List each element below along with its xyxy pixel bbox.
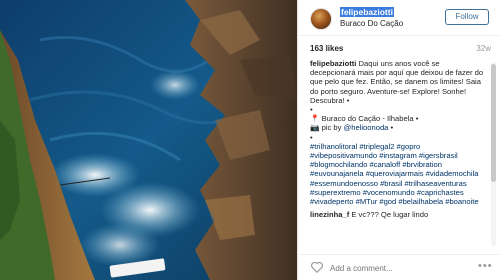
post-panel: felipebaziotti Buraco Do Cação Follow 16… — [297, 0, 500, 280]
avatar[interactable] — [310, 8, 332, 30]
heart-icon[interactable] — [310, 260, 324, 274]
comment-item: linezinha_f E vc??? Qe lugar lindo — [310, 210, 486, 219]
comment-text: E vc??? Qe lugar lindo — [351, 210, 429, 220]
likes-row: 163 likes 32w — [310, 44, 491, 56]
likes-count[interactable]: 163 likes — [310, 44, 343, 53]
caption: felipebaziotti Daqui uns anos você se de… — [310, 59, 486, 105]
post-time[interactable]: 32w — [476, 44, 491, 53]
comment-username[interactable]: linezinha_f — [310, 210, 349, 219]
add-comment-row: ••• — [298, 254, 500, 280]
credit-prefix: 📷 pic by — [310, 123, 344, 133]
credit-suffix: • — [388, 123, 394, 133]
post-header: felipebaziotti Buraco Do Cação Follow — [298, 0, 500, 36]
comments-list: felipebaziotti Daqui uns anos você se de… — [310, 59, 486, 254]
caption-credit: 📷 pic by @helioonoda • — [310, 123, 486, 132]
caption-dot-2: • — [310, 132, 313, 142]
post-location[interactable]: Buraco Do Cação — [340, 19, 403, 28]
scrollbar-thumb[interactable] — [491, 64, 496, 182]
add-comment-input[interactable] — [330, 261, 460, 275]
caption-location: 📍 Buraco do Cação - Ilhabela • — [310, 114, 419, 124]
comments-scrollbar[interactable] — [491, 62, 496, 246]
more-options-icon[interactable]: ••• — [478, 260, 493, 272]
follow-button[interactable]: Follow — [445, 9, 489, 25]
post-photo[interactable] — [0, 0, 297, 280]
caption-username[interactable]: felipebaziotti — [310, 59, 356, 68]
caption-dot: • — [310, 105, 313, 115]
cliff-ocean-image — [0, 0, 297, 280]
caption-hashtags[interactable]: #trilhanolitoral #triplegal2 #gopro #vib… — [310, 142, 486, 206]
credit-handle-link[interactable]: @helioonoda — [344, 123, 389, 132]
post-username[interactable]: felipebaziotti — [340, 7, 394, 17]
